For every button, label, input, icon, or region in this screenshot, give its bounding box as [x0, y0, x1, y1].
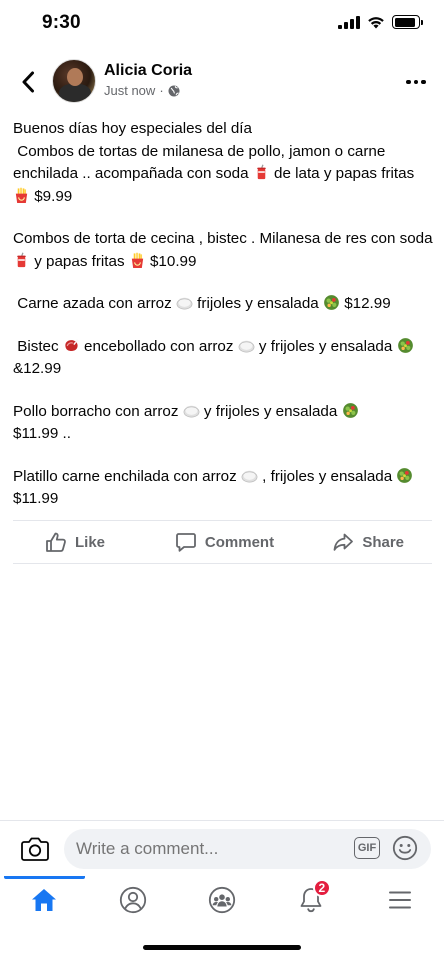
groups-icon [208, 886, 236, 914]
menu-icon [388, 891, 411, 909]
like-button[interactable]: Like [13, 531, 165, 553]
salad-emoji-icon [397, 337, 414, 354]
nav-notifications[interactable]: 2 [266, 876, 355, 924]
post-text-segment: $10.99 [145, 252, 197, 270]
post-header: Alicia Coria Just now · [0, 56, 444, 108]
home-icon [32, 889, 57, 911]
steak-emoji-icon [63, 337, 80, 354]
post-paragraph: Pollo borracho con arroz y frijoles y en… [13, 401, 433, 446]
post-paragraph: Buenos días hoy especiales del día Combo… [13, 118, 433, 208]
post-text-segment: de lata y papas fritas [269, 165, 419, 182]
status-time: 9:30 [42, 12, 81, 33]
post-text-segment: Pollo borracho con arroz [13, 402, 183, 420]
post-meta: Just now · [104, 83, 180, 98]
post-text-segment: $11.99 [13, 490, 59, 507]
post-text-segment: $9.99 [30, 187, 73, 205]
post-paragraph: Combos de torta de cecina , bistec . Mil… [13, 228, 433, 273]
profile-icon [120, 886, 147, 914]
status-icons [338, 15, 423, 29]
comment-icon [176, 533, 196, 552]
soda-emoji-icon [253, 164, 270, 181]
bottom-navigation: 2 [0, 876, 444, 924]
avatar[interactable] [52, 59, 96, 103]
nav-profile[interactable] [89, 876, 178, 924]
post-text-segment: $11.99 .. [13, 425, 71, 442]
rice-plate-emoji-icon [238, 337, 255, 354]
post-text-segment: y frijoles y ensalada [199, 402, 342, 420]
rice-plate-emoji-icon [241, 467, 258, 484]
nav-menu[interactable] [355, 876, 444, 924]
battery-icon [392, 15, 423, 29]
globe-icon [168, 85, 180, 96]
post-text-segment: Combos de torta de cecina , bistec . Mil… [13, 230, 437, 247]
post-text-segment: frijoles y ensalada [192, 295, 323, 312]
post-paragraph: Carne azada con arroz frijoles y ensalad… [13, 293, 433, 316]
comment-label: Comment [204, 533, 275, 551]
chevron-left-icon [22, 71, 34, 93]
post-actions: Like Comment Share [13, 520, 432, 564]
post-text-segment: Platillo carne enchilada con arroz [13, 467, 241, 485]
soda-emoji-icon [13, 252, 30, 269]
post-text-segment: y papas fritas [30, 252, 129, 270]
cellular-signal-icon [338, 15, 360, 29]
comment-button[interactable]: Comment [165, 531, 285, 553]
meta-separator: · [159, 83, 164, 98]
back-button[interactable] [14, 68, 42, 96]
post-text-segment: Bistec [13, 337, 63, 355]
nav-groups[interactable] [178, 876, 267, 924]
status-bar: 9:30 [0, 0, 444, 48]
salad-emoji-icon [323, 294, 340, 311]
share-icon [333, 533, 354, 551]
post-timestamp[interactable]: Just now [104, 83, 155, 98]
post-text-segment: , frijoles y ensalada [257, 467, 397, 485]
post-text-segment: encebollado con arroz [79, 337, 238, 355]
notifications-badge: 2 [312, 879, 331, 897]
post-text: Buenos días hoy especiales del día Combo… [13, 118, 433, 531]
wifi-icon [368, 17, 384, 29]
emoji-icon[interactable] [392, 835, 418, 861]
salad-emoji-icon [342, 402, 359, 419]
salad-emoji-icon [396, 467, 413, 484]
fries-emoji-icon [13, 187, 30, 204]
thumbs-up-icon [46, 532, 66, 552]
like-label: Like [75, 533, 106, 551]
rice-plate-emoji-icon [176, 294, 193, 311]
share-label: Share [362, 533, 405, 551]
rice-plate-emoji-icon [183, 402, 200, 419]
post-paragraph: Platillo carne enchilada con arroz , fri… [13, 466, 433, 511]
author-name[interactable]: Alicia Coria [104, 62, 192, 80]
post-text-segment: y frijoles y ensalada [254, 337, 397, 355]
post-text-segment: $12.99 [339, 295, 391, 312]
post-paragraph: Bistec encebollado con arroz y frijoles … [13, 336, 433, 381]
gif-button[interactable]: GIF [354, 837, 380, 859]
fries-emoji-icon [129, 252, 146, 269]
share-button[interactable]: Share [284, 531, 432, 553]
nav-home[interactable] [0, 876, 89, 924]
camera-icon[interactable] [20, 835, 50, 863]
home-indicator [143, 945, 301, 950]
post-text-segment: Carne azada con arroz [13, 295, 176, 312]
comment-bar: GIF [0, 820, 444, 876]
more-options-button[interactable] [404, 70, 428, 94]
